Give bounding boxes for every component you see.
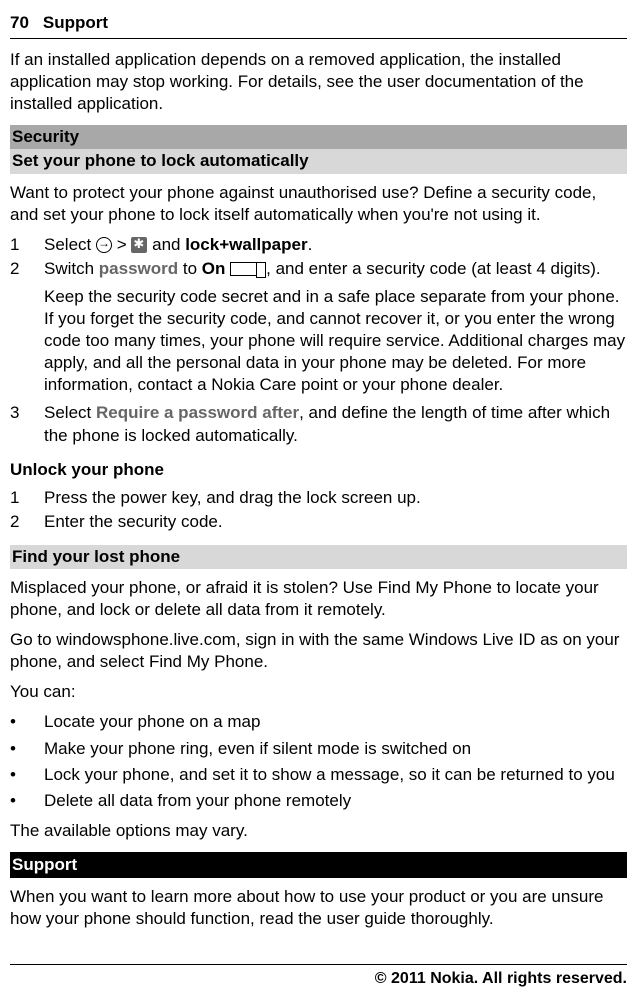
step-text: Enter the security code. (44, 511, 627, 533)
bullet-text: Delete all data from your phone remotely (44, 790, 627, 812)
settings-icon (131, 237, 147, 253)
step-number: 2 (10, 258, 28, 280)
bullet-icon: • (10, 764, 28, 786)
step-text: Select Require a password after, and def… (44, 402, 627, 446)
unlock-title: Unlock your phone (10, 459, 627, 481)
support-paragraph: When you want to learn more about how to… (10, 886, 627, 930)
lock-wallpaper-label: lock+wallpaper (185, 235, 307, 254)
intro-paragraph: If an installed application depends on a… (10, 49, 627, 115)
support-heading: Support (10, 852, 627, 878)
step-text: Select > and lock+wallpaper. (44, 234, 627, 256)
text: Select (44, 403, 96, 422)
step-number: 1 (10, 234, 28, 256)
text: . (308, 235, 313, 254)
find-bullets: • Locate your phone on a map • Make your p… (10, 711, 627, 811)
find-p3: You can: (10, 681, 627, 703)
auto-lock-title: Set your phone to lock automatically (10, 149, 627, 173)
auto-lock-steps-cont: 3 Select Require a password after, and d… (10, 402, 627, 446)
security-code-note: Keep the security code secret and in a s… (44, 286, 627, 396)
step-text: Press the power key, and drag the lock s… (44, 487, 627, 509)
text: and (152, 235, 185, 254)
auto-lock-steps: 1 Select > and lock+wallpaper. 2 Switch … (10, 234, 627, 280)
step-number: 2 (10, 511, 28, 533)
security-heading: Security (10, 125, 627, 149)
text: Switch (44, 259, 99, 278)
text: to (178, 259, 202, 278)
bullet-text: Make your phone ring, even if silent mod… (44, 738, 627, 760)
bullet-text: Locate your phone on a map (44, 711, 627, 733)
toggle-icon (230, 262, 266, 276)
page-number: 70 (10, 12, 29, 34)
step-text: Switch password to On , and enter a secu… (44, 258, 627, 280)
bullet-text: Lock your phone, and set it to show a me… (44, 764, 627, 786)
page-header: 70 Support (10, 12, 627, 39)
find-phone-title: Find your lost phone (10, 545, 627, 569)
find-p1: Misplaced your phone, or afraid it is st… (10, 577, 627, 621)
auto-lock-intro: Want to protect your phone against unaut… (10, 182, 627, 226)
bullet-icon: • (10, 738, 28, 760)
on-label: On (202, 259, 226, 278)
require-password-label: Require a password after (96, 403, 299, 422)
text: Select (44, 235, 96, 254)
header-section: Support (43, 12, 108, 34)
unlock-steps: 1 Press the power key, and drag the lock… (10, 487, 627, 533)
footer-copyright: © 2011 Nokia. All rights reserved. (10, 964, 627, 990)
find-p4: The available options may vary. (10, 820, 627, 842)
step-number: 3 (10, 402, 28, 446)
find-p2: Go to windowsphone.live.com, sign in wit… (10, 629, 627, 673)
text: > (117, 235, 132, 254)
text: , and enter a security code (at least 4 … (266, 259, 601, 278)
bullet-icon: • (10, 711, 28, 733)
start-icon (96, 237, 112, 253)
password-label: password (99, 259, 178, 278)
bullet-icon: • (10, 790, 28, 812)
step-number: 1 (10, 487, 28, 509)
